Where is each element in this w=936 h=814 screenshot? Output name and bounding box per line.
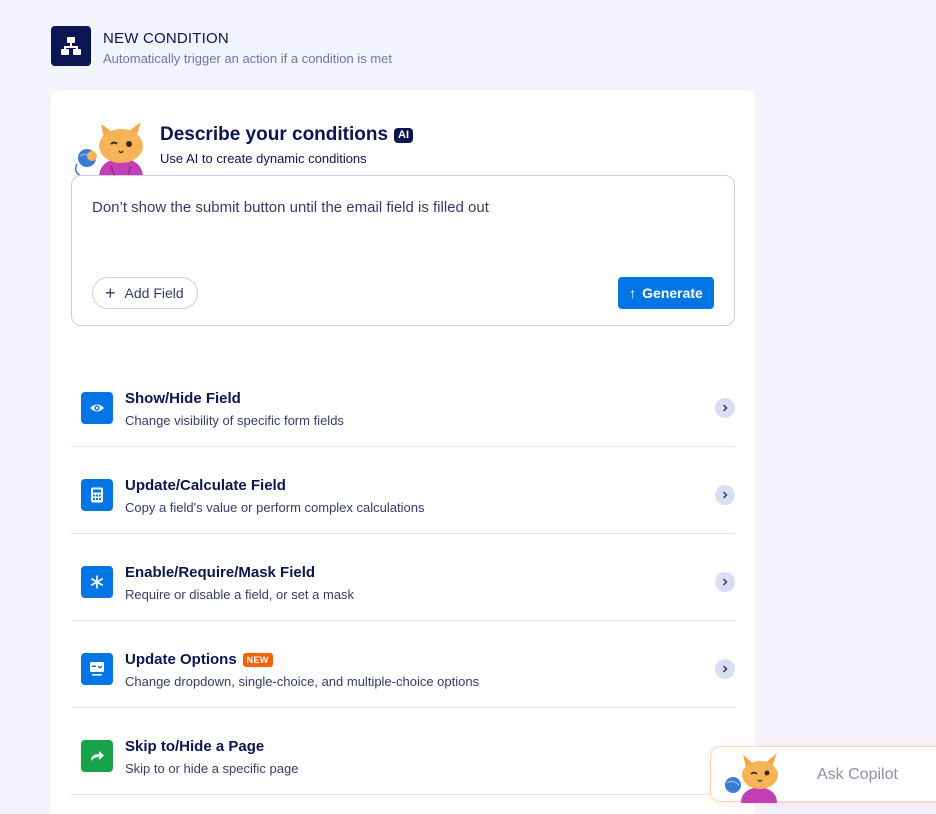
ai-prompt-input[interactable]: Don’t show the submit button until the e… (92, 199, 489, 216)
condition-type-list: Show/Hide Field Change visibility of spe… (71, 360, 735, 795)
option-title: Enable/Require/Mask Field (125, 564, 316, 581)
new-badge: NEW (242, 652, 273, 667)
option-description: Copy a field's value or perform complex … (125, 500, 425, 515)
option-update-options[interactable]: Update Options NEW Change dropdown, sing… (71, 621, 735, 708)
option-update-calculate-field[interactable]: Update/Calculate Field Copy a field's va… (71, 447, 735, 534)
add-field-label: Add Field (124, 285, 184, 301)
option-title: Update Options (125, 651, 237, 668)
arrow-up-icon: ↑ (629, 285, 637, 301)
option-show-hide-field[interactable]: Show/Hide Field Change visibility of spe… (71, 360, 735, 447)
option-title: Update/Calculate Field (125, 477, 286, 494)
condition-card: Describe your conditions AI Use AI to cr… (51, 90, 755, 814)
option-skip-hide-page[interactable]: Skip to/Hide a Page Skip to or hide a sp… (71, 708, 735, 795)
eye-icon (81, 392, 113, 424)
ai-section-title: Describe your conditions (160, 124, 389, 145)
option-description: Change visibility of specific form field… (125, 413, 344, 428)
option-title: Show/Hide Field (125, 390, 241, 407)
asterisk-icon (81, 566, 113, 598)
page-header: NEW CONDITION Automatically trigger an a… (51, 26, 392, 66)
chevron-right-icon (715, 572, 735, 592)
chevron-right-icon (715, 398, 735, 418)
cat-mascot-icon (74, 114, 155, 179)
options-icon (81, 653, 113, 685)
ask-copilot-label: Ask Copilot (817, 766, 898, 783)
option-description: Skip to or hide a specific page (125, 761, 299, 776)
option-description: Require or disable a field, or set a mas… (125, 587, 355, 602)
redirect-arrow-icon (81, 740, 113, 772)
calculator-icon (81, 479, 113, 511)
option-description: Change dropdown, single-choice, and mult… (125, 674, 480, 689)
chevron-right-icon (715, 659, 735, 679)
option-title: Skip to/Hide a Page (125, 738, 265, 755)
hierarchy-icon (51, 26, 91, 66)
ai-prompt-box[interactable]: Don’t show the submit button until the e… (71, 175, 735, 326)
ai-badge: AI (394, 127, 414, 143)
ask-copilot-button[interactable]: Ask Copilot (710, 746, 936, 803)
add-field-button[interactable]: + Add Field (92, 277, 198, 309)
page-title: NEW CONDITION (103, 30, 229, 47)
generate-button[interactable]: ↑ Generate (618, 277, 714, 309)
plus-icon: + (105, 283, 116, 303)
chevron-right-icon (715, 485, 735, 505)
page-subtitle: Automatically trigger an action if a con… (103, 51, 393, 66)
generate-label: Generate (642, 285, 703, 301)
ai-section-subtitle: Use AI to create dynamic conditions (160, 151, 367, 166)
option-enable-require-mask-field[interactable]: Enable/Require/Mask Field Require or dis… (71, 534, 735, 621)
cat-mascot-icon (723, 749, 787, 803)
